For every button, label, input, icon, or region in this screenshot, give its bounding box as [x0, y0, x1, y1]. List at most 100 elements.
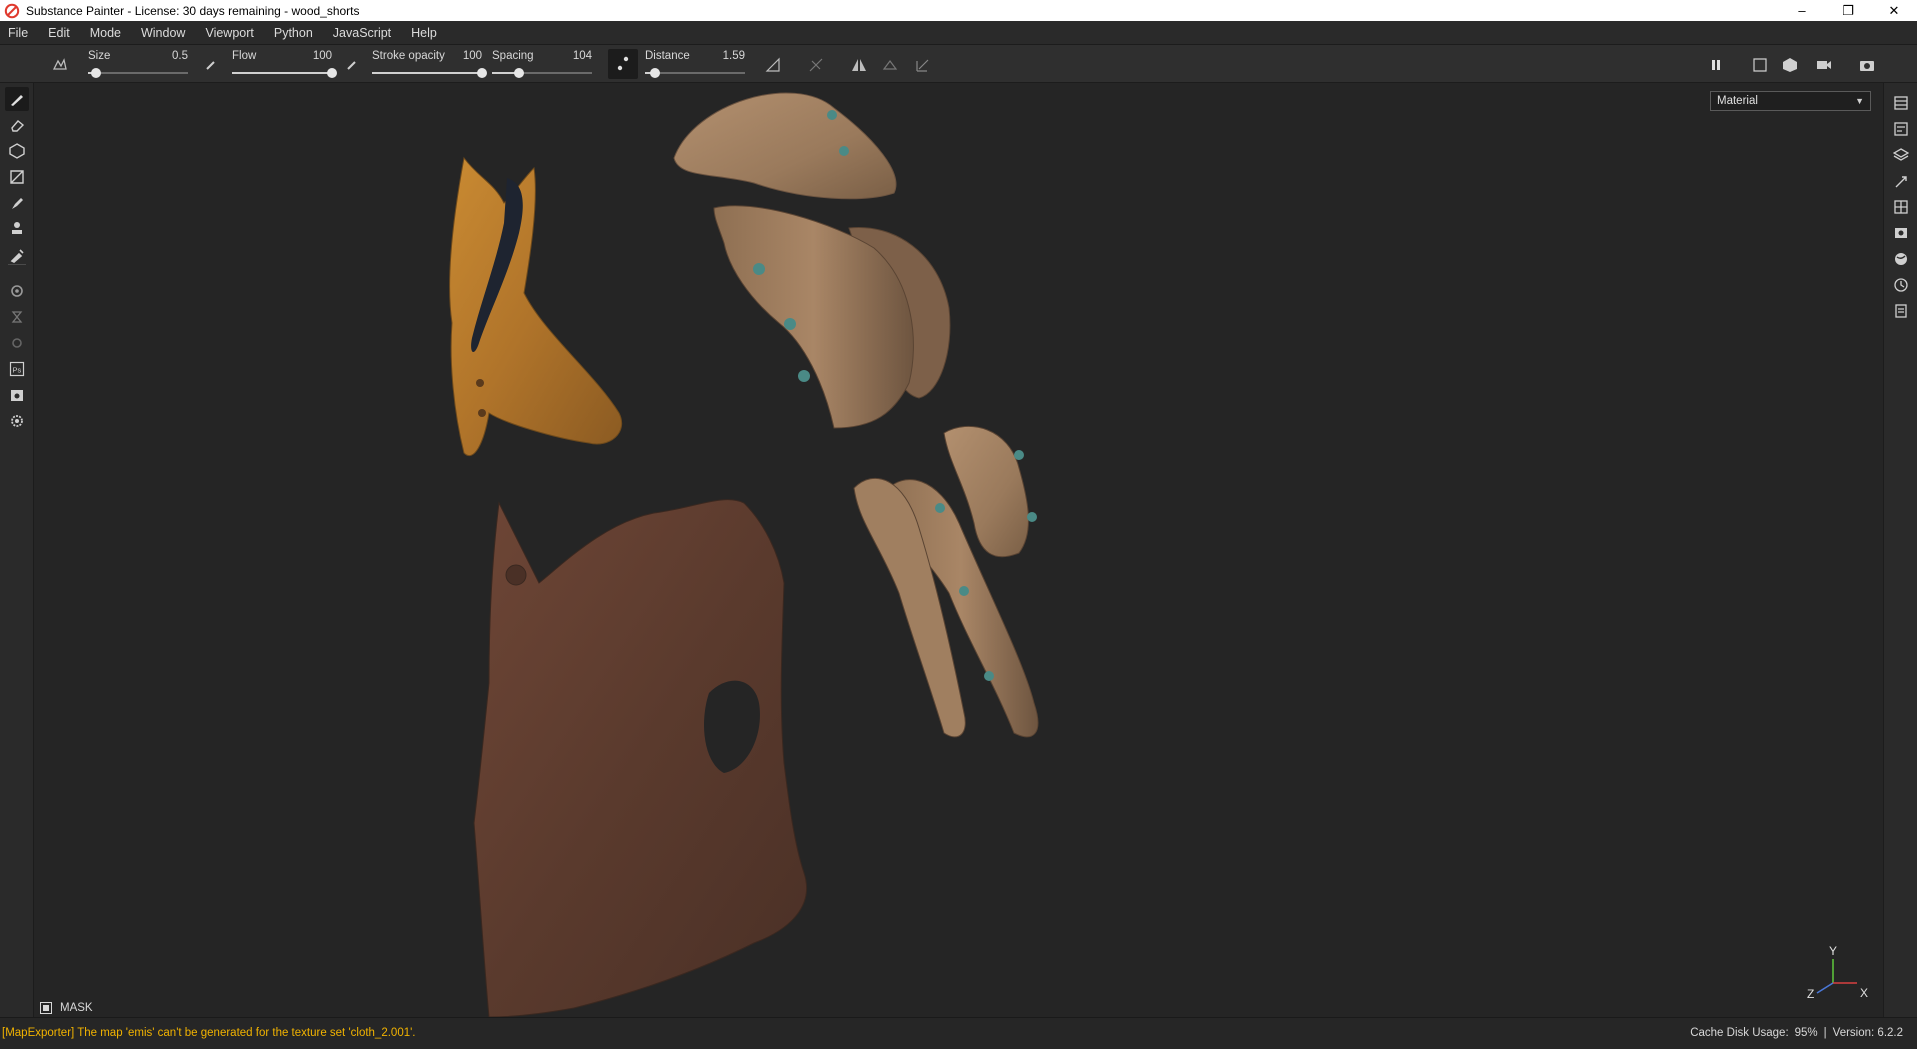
distance-track[interactable] [645, 68, 745, 78]
channel-select-dropdown[interactable]: Material ▼ [1710, 91, 1871, 111]
backface-culling-icon[interactable] [806, 55, 826, 75]
display-mode-2d-icon[interactable] [1750, 55, 1770, 75]
flow-pen-pressure-icon[interactable] [342, 55, 362, 75]
menu-window[interactable]: Window [131, 21, 195, 45]
size-track[interactable] [88, 68, 188, 78]
clone-stamp-icon[interactable] [5, 217, 29, 241]
menu-viewport[interactable]: Viewport [195, 21, 263, 45]
axis-gizmo[interactable]: Y Z X [1805, 945, 1875, 1005]
log-icon[interactable] [1889, 299, 1913, 323]
uv-grid-icon[interactable] [1889, 195, 1913, 219]
window-controls: – ❐ ✕ [1779, 0, 1917, 21]
distance-slider[interactable]: Distance 1.59 [645, 48, 745, 80]
status-bar: [MapExporter] The map 'emis' can't be ge… [0, 1017, 1917, 1049]
menu-javascript[interactable]: JavaScript [323, 21, 401, 45]
restore-button[interactable]: ❐ [1825, 0, 1871, 21]
spacing-track[interactable] [492, 68, 592, 78]
distance-knob[interactable] [650, 68, 660, 78]
projection-icon[interactable] [5, 139, 29, 163]
layers-icon[interactable] [1889, 143, 1913, 167]
transform-icon[interactable] [913, 55, 933, 75]
screenshot-icon[interactable] [5, 383, 29, 407]
stroke-opacity-slider[interactable]: Stroke opacity 100 [372, 48, 487, 80]
substance-painter-logo-icon [4, 3, 20, 18]
eraser-icon[interactable] [5, 113, 29, 137]
camera-icon[interactable] [1814, 55, 1834, 75]
leather-piece [449, 156, 623, 456]
version-label: Version: 6.2.2 [1832, 1027, 1903, 1039]
hourglass-icon[interactable] [5, 305, 29, 329]
lazy-mouse-icon [617, 56, 629, 71]
alignment-icon[interactable] [763, 55, 783, 75]
flow-value[interactable]: 100 [313, 50, 332, 62]
flow-slider[interactable]: Flow 100 [232, 48, 337, 80]
size-pen-pressure-icon[interactable] [201, 55, 221, 75]
spacing-value[interactable]: 104 [573, 50, 592, 62]
size-label: Size [88, 50, 111, 62]
paint-brush-icon[interactable] [5, 87, 29, 111]
flow-fill [232, 72, 332, 74]
z-axis-line [1816, 982, 1834, 994]
3d-model-scene[interactable] [34, 83, 1883, 1017]
texture-set-settings-icon[interactable] [1889, 117, 1913, 141]
stroke-opacity-track[interactable] [372, 68, 487, 78]
gear-icon[interactable] [5, 409, 29, 433]
wood-plate-top [673, 92, 897, 200]
history-icon[interactable] [1889, 273, 1913, 297]
environment-icon[interactable] [1889, 247, 1913, 271]
right-panel-bar [1883, 83, 1917, 1017]
menu-edit[interactable]: Edit [38, 21, 80, 45]
plugin-icon[interactable] [5, 331, 29, 355]
texture-set-list-icon[interactable] [1889, 91, 1913, 115]
pause-icon[interactable] [1706, 55, 1726, 75]
tool-separator [8, 264, 26, 265]
plugin-settings-icon[interactable] [5, 279, 29, 303]
svg-text:Ps: Ps [13, 366, 22, 375]
size-slider[interactable]: Size 0.5 [88, 48, 188, 80]
substance-painter-window: Substance Painter - License: 30 days rem… [0, 0, 1917, 1049]
flow-track[interactable] [232, 68, 337, 78]
menu-python[interactable]: Python [264, 21, 323, 45]
mask-checkbox[interactable] [40, 1002, 52, 1014]
chevron-down-icon: ▼ [1855, 96, 1864, 106]
spacing-knob[interactable] [514, 68, 524, 78]
spacing-label: Spacing [492, 50, 534, 62]
distance-value[interactable]: 1.59 [723, 50, 745, 62]
close-button[interactable]: ✕ [1871, 0, 1917, 21]
x-axis-label: X [1860, 986, 1868, 1000]
cloth-piece [473, 499, 808, 1017]
lazy-mouse-toggle[interactable] [608, 49, 638, 79]
status-info: Cache Disk Usage: 95% | Version: 6.2.2 [1684, 1027, 1903, 1039]
menu-bar: File Edit Mode Window Viewport Python Ja… [0, 21, 1917, 45]
properties-icon[interactable] [1889, 169, 1913, 193]
wood-plate-middle [713, 205, 951, 429]
display-settings-icon[interactable] [1889, 221, 1913, 245]
mask-label: MASK [60, 1002, 93, 1014]
photoshop-export-icon[interactable]: Ps [5, 357, 29, 381]
symmetry-icon[interactable] [849, 55, 869, 75]
symmetry-settings-icon[interactable] [880, 55, 900, 75]
size-knob[interactable] [91, 68, 101, 78]
minimize-button[interactable]: – [1779, 0, 1825, 21]
menu-mode[interactable]: Mode [80, 21, 131, 45]
mask-toggle[interactable]: MASK [40, 1000, 93, 1016]
z-axis-label: Z [1807, 987, 1814, 1001]
brush-preset-icon[interactable] [50, 55, 70, 75]
window-title: Substance Painter - License: 30 days rem… [26, 3, 360, 18]
menu-file[interactable]: File [0, 21, 38, 45]
y-axis-label: Y [1829, 945, 1837, 958]
menu-help[interactable]: Help [401, 21, 447, 45]
stroke-opacity-knob[interactable] [477, 68, 487, 78]
polygon-fill-icon[interactable] [5, 165, 29, 189]
status-warning-message[interactable]: [MapExporter] The map 'emis' can't be ge… [2, 1027, 416, 1039]
smudge-icon[interactable] [5, 191, 29, 215]
spacing-slider[interactable]: Spacing 104 [492, 48, 592, 80]
wood-plate-lower [853, 425, 1039, 738]
size-value[interactable]: 0.5 [172, 50, 188, 62]
flow-knob[interactable] [327, 68, 337, 78]
3d-viewport[interactable]: Material ▼ MASK Y Z X [34, 83, 1883, 1017]
display-mode-3d-icon[interactable] [1780, 55, 1800, 75]
stroke-opacity-value[interactable]: 100 [463, 50, 482, 62]
screenshot-camera-icon[interactable] [1857, 55, 1877, 75]
left-toolbar: Ps [0, 83, 34, 1017]
